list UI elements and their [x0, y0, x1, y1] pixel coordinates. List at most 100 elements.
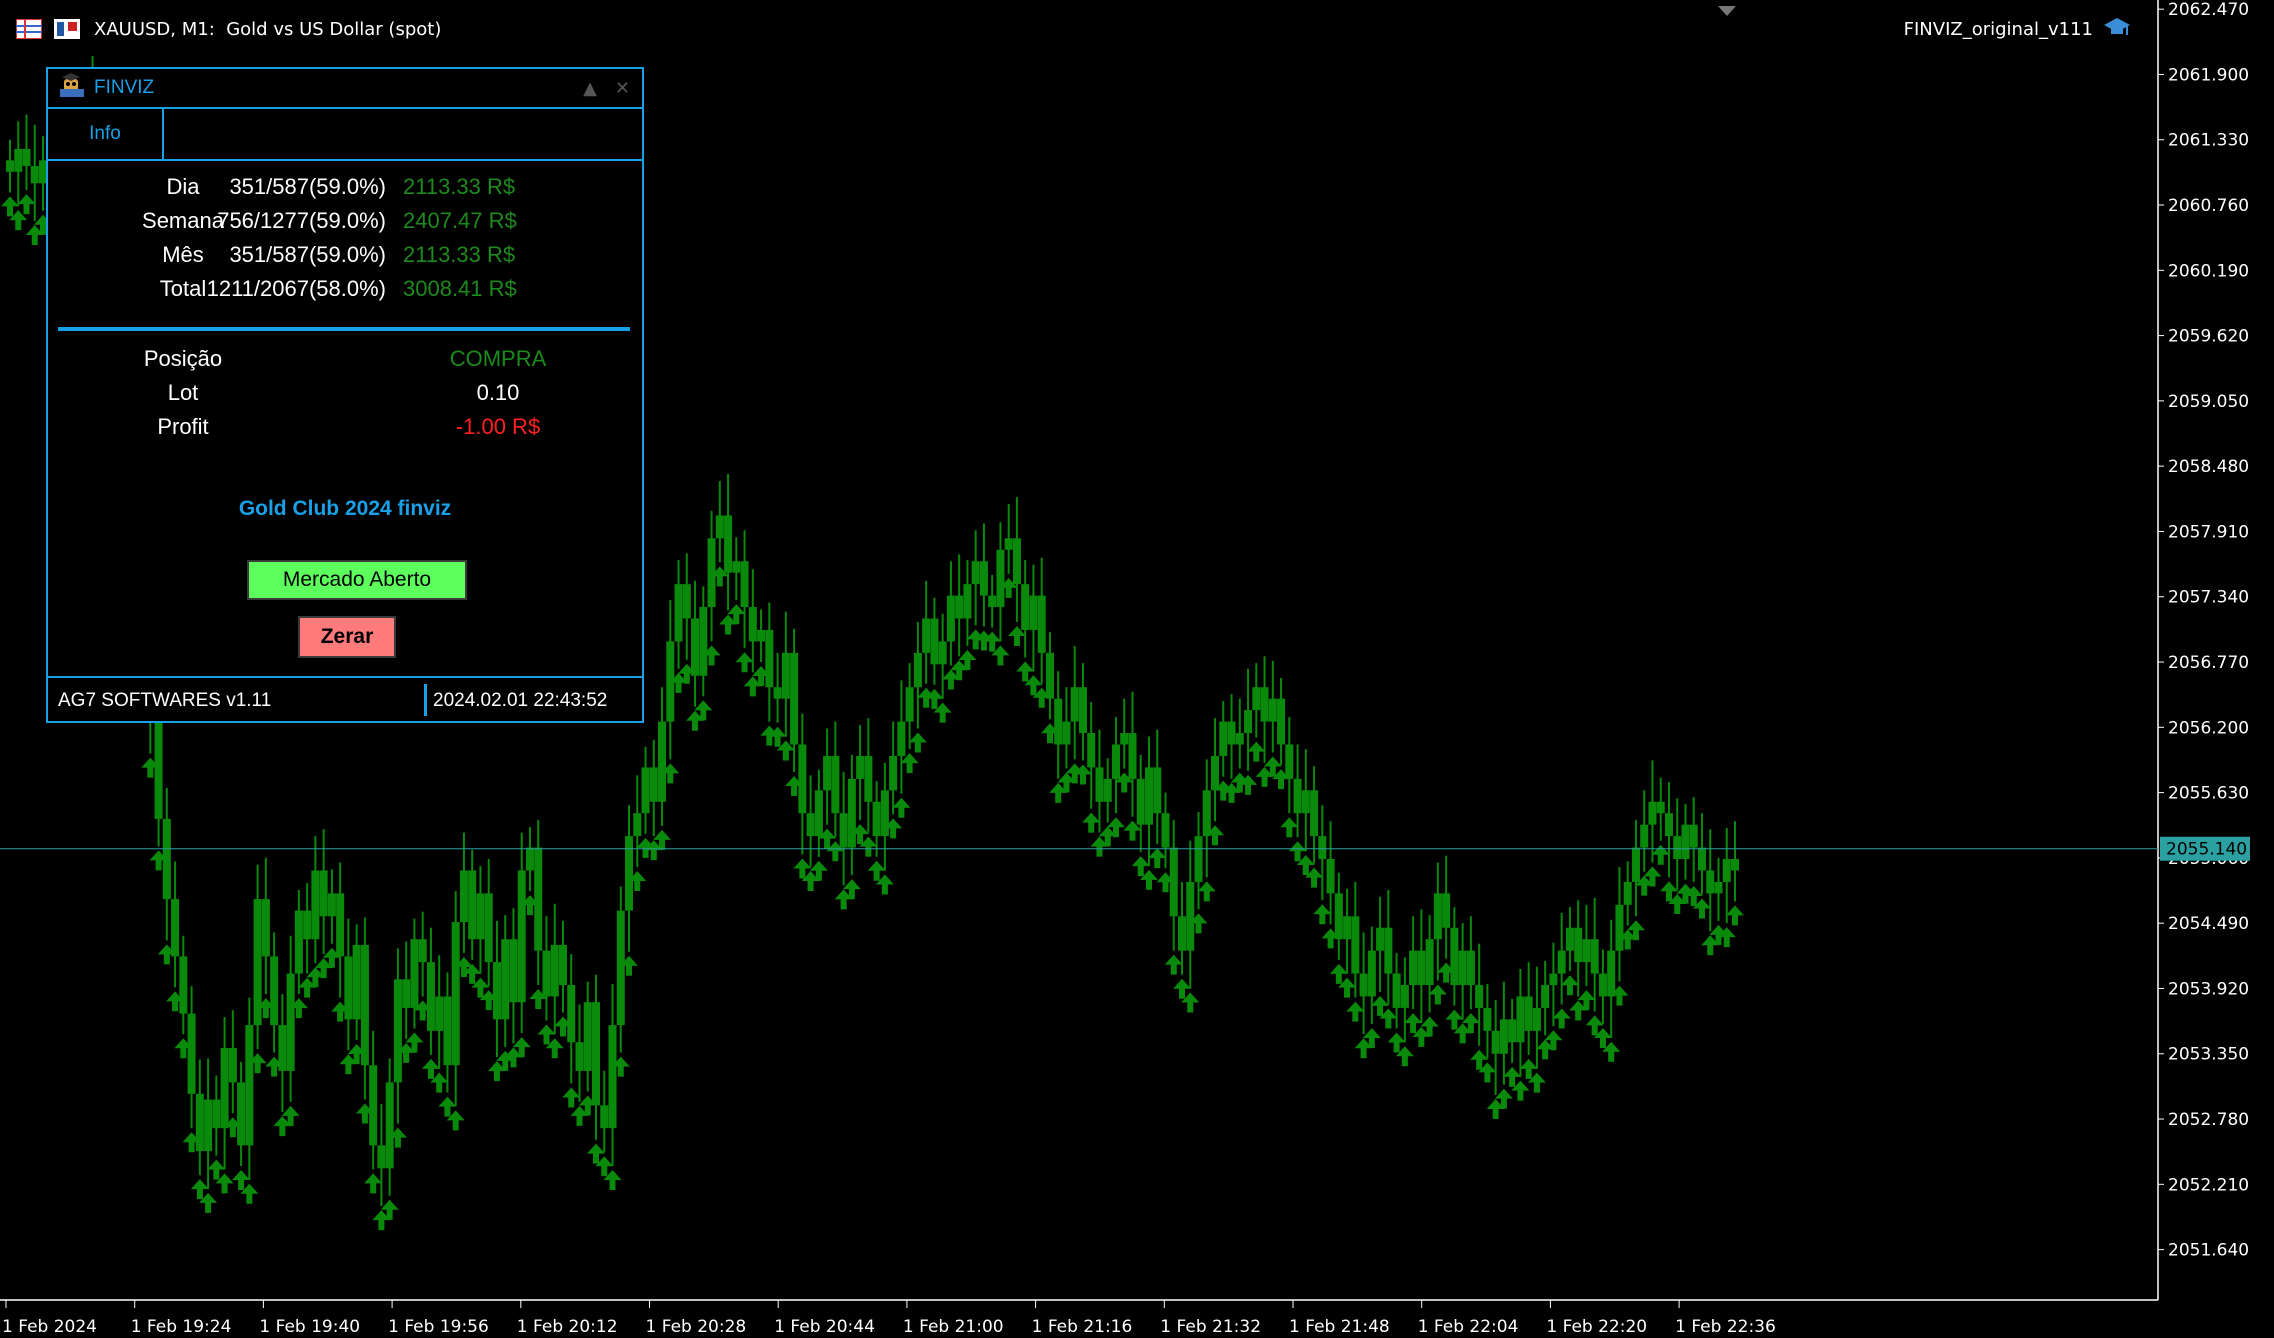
candle-body: [525, 847, 534, 871]
price-tick-label: 2052.780: [2168, 1110, 2249, 1130]
candle-body: [608, 1025, 617, 1129]
buy-arrow: [1247, 741, 1266, 762]
candle-body: [897, 721, 906, 756]
candle-body: [567, 985, 576, 1043]
candle-body: [220, 1048, 229, 1129]
candle-body: [724, 515, 733, 573]
candle-body: [303, 910, 312, 940]
candle-body: [327, 893, 336, 917]
candle-body: [402, 979, 411, 1008]
candle-body: [864, 755, 873, 802]
chart-title-bar: XAUUSD, M1: Gold vs US Dollar (spot): [0, 0, 441, 58]
close-positions-button[interactable]: Zerar: [298, 616, 396, 658]
candle-body: [592, 1002, 601, 1106]
candle-body: [492, 962, 501, 1020]
candle-body: [1227, 721, 1236, 745]
candle-body: [1681, 824, 1690, 860]
candle-body: [955, 595, 964, 619]
candle-body: [880, 790, 889, 837]
time-tick-label: 1 Feb 21:00: [903, 1317, 1004, 1337]
candle-body: [171, 899, 180, 957]
buy-arrow: [1726, 905, 1744, 926]
candle-body: [1120, 733, 1129, 745]
tab-info[interactable]: Info: [48, 109, 164, 159]
candle-body: [1334, 893, 1343, 940]
close-icon[interactable]: ✕: [615, 78, 630, 99]
candle-body: [988, 595, 997, 608]
candle-body: [996, 549, 1005, 608]
candle-body: [1706, 870, 1715, 894]
price-tick-label: 2052.210: [2168, 1175, 2249, 1195]
candle-body: [1103, 778, 1112, 802]
time-tick-label: 1 Feb 20:28: [646, 1317, 747, 1337]
candle-body: [823, 755, 832, 791]
candle-body: [1615, 904, 1624, 951]
candle-body: [1425, 939, 1434, 986]
time-tick-label: 1 Feb 22:20: [1546, 1317, 1647, 1337]
panel-divider: [58, 327, 630, 331]
candle-body: [1202, 790, 1211, 837]
candle-body: [1508, 1019, 1517, 1043]
candle-body: [1136, 778, 1145, 825]
candle-body: [1244, 710, 1253, 734]
candle-body: [459, 870, 468, 923]
tab-bar: Info: [48, 109, 642, 161]
buy-arrow: [1346, 1001, 1365, 1022]
candle-body: [195, 1093, 204, 1152]
expert-advisor-label[interactable]: FINVIZ_original_v111: [1904, 16, 2131, 43]
chart-shift-marker: [1718, 6, 1736, 16]
price-tick-label: 2061.330: [2168, 131, 2249, 151]
price-tick-label: 2061.900: [2168, 65, 2249, 85]
candle-body: [1376, 927, 1385, 951]
time-tick-label: 1 Feb 19:40: [259, 1317, 360, 1337]
price-tick-label: 2053.350: [2168, 1045, 2249, 1065]
price-tick-label: 2060.760: [2168, 196, 2249, 216]
position-value: COMPRA: [449, 346, 547, 371]
candle-body: [1045, 652, 1054, 699]
market-open-button[interactable]: Mercado Aberto: [247, 560, 467, 600]
candle-body: [1062, 721, 1071, 745]
price-tick-label: 2060.190: [2168, 261, 2249, 281]
candle-body: [1293, 778, 1302, 814]
minimize-icon[interactable]: ▲: [583, 78, 597, 99]
candle-body: [872, 801, 881, 837]
candle-body: [649, 767, 658, 802]
candle-body: [691, 618, 700, 676]
position-label: Posição: [143, 346, 223, 371]
candle-body: [187, 1013, 196, 1094]
finviz-panel[interactable]: FINVIZ ▲ ✕ Info Dia 351/587(59.0%) 2113.…: [46, 67, 644, 723]
candle-body: [757, 629, 766, 642]
candle-body: [1524, 996, 1533, 1031]
price-tick-label: 2056.770: [2168, 653, 2249, 673]
candle-body: [435, 996, 444, 1031]
candle-body: [1211, 755, 1220, 791]
candle-body: [1664, 813, 1673, 837]
panel-header[interactable]: FINVIZ ▲ ✕: [48, 69, 642, 109]
chart-settings-icon[interactable]: [54, 19, 80, 39]
candle-body: [294, 910, 303, 974]
candle-body: [1285, 744, 1294, 779]
price-tick-label: 2055.630: [2168, 784, 2249, 804]
candle-body: [1483, 1007, 1492, 1031]
buy-arrow: [1197, 881, 1216, 902]
candle-body: [1326, 859, 1335, 894]
candle-body: [1656, 801, 1665, 814]
buy-arrow: [900, 753, 919, 774]
candle-body: [625, 836, 634, 911]
candle-body: [1004, 538, 1013, 550]
candle-body: [1400, 985, 1409, 1008]
candle-body: [1111, 744, 1120, 779]
software-version: AG7 SOFTWARES v1.11: [58, 690, 272, 711]
candle-body: [1310, 790, 1319, 837]
brand-label: Gold Club 2024 finviz: [238, 497, 452, 520]
candle-body: [360, 944, 369, 1066]
candle-body: [616, 910, 625, 1026]
candle-body: [484, 893, 493, 963]
candle-body: [319, 870, 328, 917]
candle-body: [641, 767, 650, 814]
candle-body: [1054, 698, 1063, 745]
candle-body: [393, 979, 402, 1083]
candle-body: [1128, 733, 1137, 779]
table-icon[interactable]: [15, 18, 43, 40]
profit-label: Profit: [157, 414, 209, 439]
